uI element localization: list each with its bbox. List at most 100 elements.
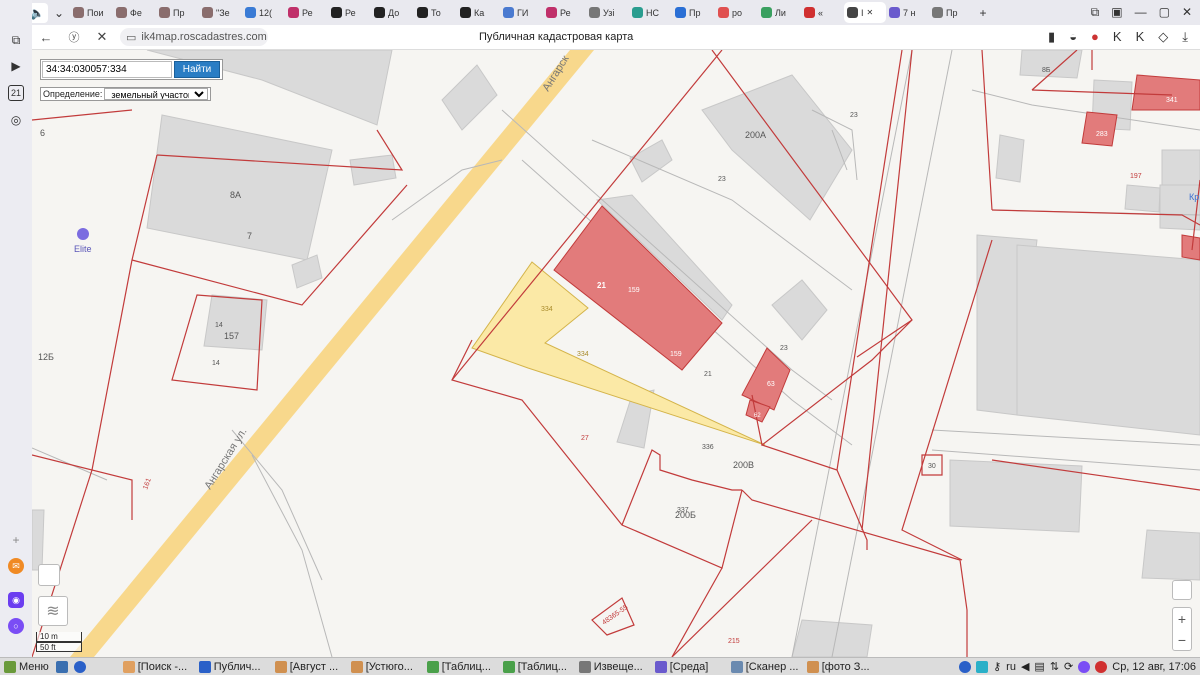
browser-tab[interactable]: То bbox=[414, 2, 457, 23]
browser-tab[interactable]: Фе bbox=[113, 2, 156, 23]
browser-tab[interactable]: ро bbox=[715, 2, 758, 23]
browser-tab[interactable]: 7 н bbox=[886, 2, 929, 23]
key-icon[interactable]: ⚷ bbox=[993, 660, 1001, 673]
maximize-icon[interactable]: ▢ bbox=[1159, 5, 1170, 20]
tab-favicon-icon bbox=[889, 7, 900, 18]
add-panel-icon[interactable]: + bbox=[8, 532, 24, 548]
browser-tab[interactable]: "Зе bbox=[199, 2, 242, 23]
browser-tab[interactable]: ГИ bbox=[500, 2, 543, 23]
bookmark-panel-icon[interactable]: ▣ bbox=[1111, 5, 1122, 20]
red-app-icon[interactable] bbox=[1095, 660, 1108, 673]
ext-shield-icon[interactable]: ◒ bbox=[1069, 29, 1077, 45]
taskbar-item[interactable]: [Таблиц... bbox=[499, 659, 575, 675]
start-menu-button[interactable]: Меню bbox=[0, 659, 53, 675]
map-canvas[interactable]: 6 8А 7 12Б 157 14 14 200А 23 23 23 21 15… bbox=[32, 50, 1200, 657]
browser-tab[interactable]: Ли bbox=[758, 2, 801, 23]
cadastral-number-input[interactable] bbox=[42, 61, 172, 78]
ext-tag-icon[interactable]: ◇ bbox=[1158, 29, 1168, 45]
taskbar-app-icon bbox=[122, 660, 135, 673]
viber-icon[interactable] bbox=[1078, 660, 1091, 673]
downloads-icon[interactable]: ⤓ bbox=[1182, 29, 1188, 45]
layers-icon: ≋ bbox=[46, 603, 60, 620]
menu-icon bbox=[4, 660, 16, 673]
find-button[interactable]: Найти bbox=[174, 61, 220, 78]
browser-tab[interactable]: I ✕ bbox=[844, 2, 886, 23]
clock[interactable]: Ср, 12 авг, 17:06 bbox=[1112, 661, 1196, 673]
alice-icon[interactable]: ○ bbox=[8, 618, 24, 634]
tab-favicon-icon bbox=[331, 7, 342, 18]
start-menu-label: Меню bbox=[19, 660, 49, 673]
browser-tab[interactable]: 12( bbox=[242, 2, 285, 23]
browser-tab[interactable]: Ре bbox=[328, 2, 371, 23]
browser-tab[interactable]: Пои bbox=[70, 2, 113, 23]
stop-icon[interactable]: ✕ bbox=[88, 29, 116, 45]
volume-icon[interactable]: ◀ bbox=[1021, 660, 1029, 673]
cadastral-map[interactable]: 6 8А 7 12Б 157 14 14 200А 23 23 23 21 15… bbox=[32, 50, 1200, 657]
media-play-icon[interactable]: ▶ bbox=[8, 58, 24, 74]
clipboard-icon[interactable]: ▤ bbox=[1034, 660, 1044, 673]
taskbar-item[interactable]: [Поиск -... bbox=[119, 659, 195, 675]
tab-label: ГИ bbox=[517, 7, 529, 18]
label-63: 63 bbox=[767, 381, 775, 388]
yandex-browser-icon[interactable] bbox=[73, 660, 86, 673]
screenshot-icon[interactable]: ◎ bbox=[8, 112, 24, 128]
mail-icon[interactable]: ✉ bbox=[8, 558, 24, 574]
close-window-icon[interactable]: ✕ bbox=[1182, 5, 1192, 20]
browser-tab[interactable]: Ре bbox=[285, 2, 328, 23]
yandex-icon[interactable]: ⓨ bbox=[60, 29, 88, 45]
network-icon[interactable]: ⇅ bbox=[1050, 660, 1059, 673]
taskbar-item-label: [Устюго... bbox=[365, 660, 413, 673]
tab-favicon-icon bbox=[675, 7, 686, 18]
browser-tab[interactable]: До bbox=[371, 2, 414, 23]
browser-tab[interactable]: Ре bbox=[543, 2, 586, 23]
taskbar-item[interactable]: [Среда] bbox=[651, 659, 727, 675]
k-tray-icon[interactable] bbox=[976, 660, 989, 673]
zoom-out-button[interactable]: − bbox=[1178, 632, 1186, 648]
tabs-dropdown-icon[interactable]: ⌄ bbox=[48, 3, 70, 23]
browser-tab[interactable]: Узі bbox=[586, 2, 629, 23]
taskbar-item[interactable]: Публич... bbox=[195, 659, 271, 675]
tab-favicon-icon bbox=[503, 7, 514, 18]
layers-button[interactable]: ≋ bbox=[38, 596, 68, 626]
tab-label: I bbox=[861, 7, 864, 18]
browser-tab[interactable]: НС bbox=[629, 2, 672, 23]
ext-k2-icon[interactable]: K bbox=[1136, 29, 1145, 45]
ext-k1-icon[interactable]: K bbox=[1113, 29, 1122, 45]
taskbar-item-label: [Август ... bbox=[289, 660, 339, 673]
browser-tab[interactable]: Пр bbox=[929, 2, 972, 23]
back-icon[interactable]: ← bbox=[32, 30, 60, 45]
tabs-overview-icon[interactable]: ⧉ bbox=[1091, 5, 1100, 20]
minimize-icon[interactable]: — bbox=[1135, 5, 1147, 20]
fullscreen-button[interactable] bbox=[1172, 580, 1192, 600]
taskbar-item[interactable]: [Устюго... bbox=[347, 659, 423, 675]
new-tab-button[interactable]: + bbox=[972, 3, 994, 23]
definition-select[interactable]: земельный участок bbox=[104, 88, 209, 100]
taskbar-item[interactable]: [фото З... bbox=[803, 659, 879, 675]
site-info-icon[interactable]: ▭ bbox=[126, 31, 136, 44]
taskbar-item[interactable]: [Таблиц... bbox=[423, 659, 499, 675]
bookmark-icon[interactable]: ▮ bbox=[1048, 29, 1055, 45]
ext-pin-icon[interactable]: ● bbox=[1091, 29, 1099, 45]
label-12b: 12Б bbox=[38, 352, 54, 362]
label-23-a: 23 bbox=[850, 112, 858, 119]
desktop-icon[interactable] bbox=[55, 660, 68, 673]
calendar-icon[interactable]: 21 bbox=[8, 85, 24, 101]
url-field[interactable]: ▭ ik4map.roscadastres.com bbox=[120, 28, 268, 46]
taskbar-item[interactable]: [Август ... bbox=[271, 659, 347, 675]
update-icon[interactable]: ⟳ bbox=[1064, 660, 1073, 673]
taskbar-item[interactable]: [Сканер ... bbox=[727, 659, 803, 675]
map-tool-button[interactable] bbox=[38, 564, 60, 586]
browser-tab[interactable]: Пр bbox=[156, 2, 199, 23]
poi-elite[interactable]: Elite bbox=[74, 228, 92, 254]
taskbar-item-label: Извеще... bbox=[593, 660, 643, 673]
taskbar-item[interactable]: Извеще... bbox=[575, 659, 651, 675]
browser-tab[interactable]: Ка bbox=[457, 2, 500, 23]
yandex-tray-icon[interactable] bbox=[959, 660, 972, 673]
browser-tab[interactable]: « bbox=[801, 2, 844, 23]
keyboard-layout[interactable]: ru bbox=[1006, 661, 1016, 673]
close-tab-icon[interactable]: ✕ bbox=[867, 8, 874, 17]
browser-tab[interactable]: Пр bbox=[672, 2, 715, 23]
collections-icon[interactable]: ⧉ bbox=[8, 32, 24, 48]
messenger-icon[interactable]: ◉ bbox=[8, 592, 24, 608]
zoom-in-button[interactable]: + bbox=[1178, 611, 1186, 627]
